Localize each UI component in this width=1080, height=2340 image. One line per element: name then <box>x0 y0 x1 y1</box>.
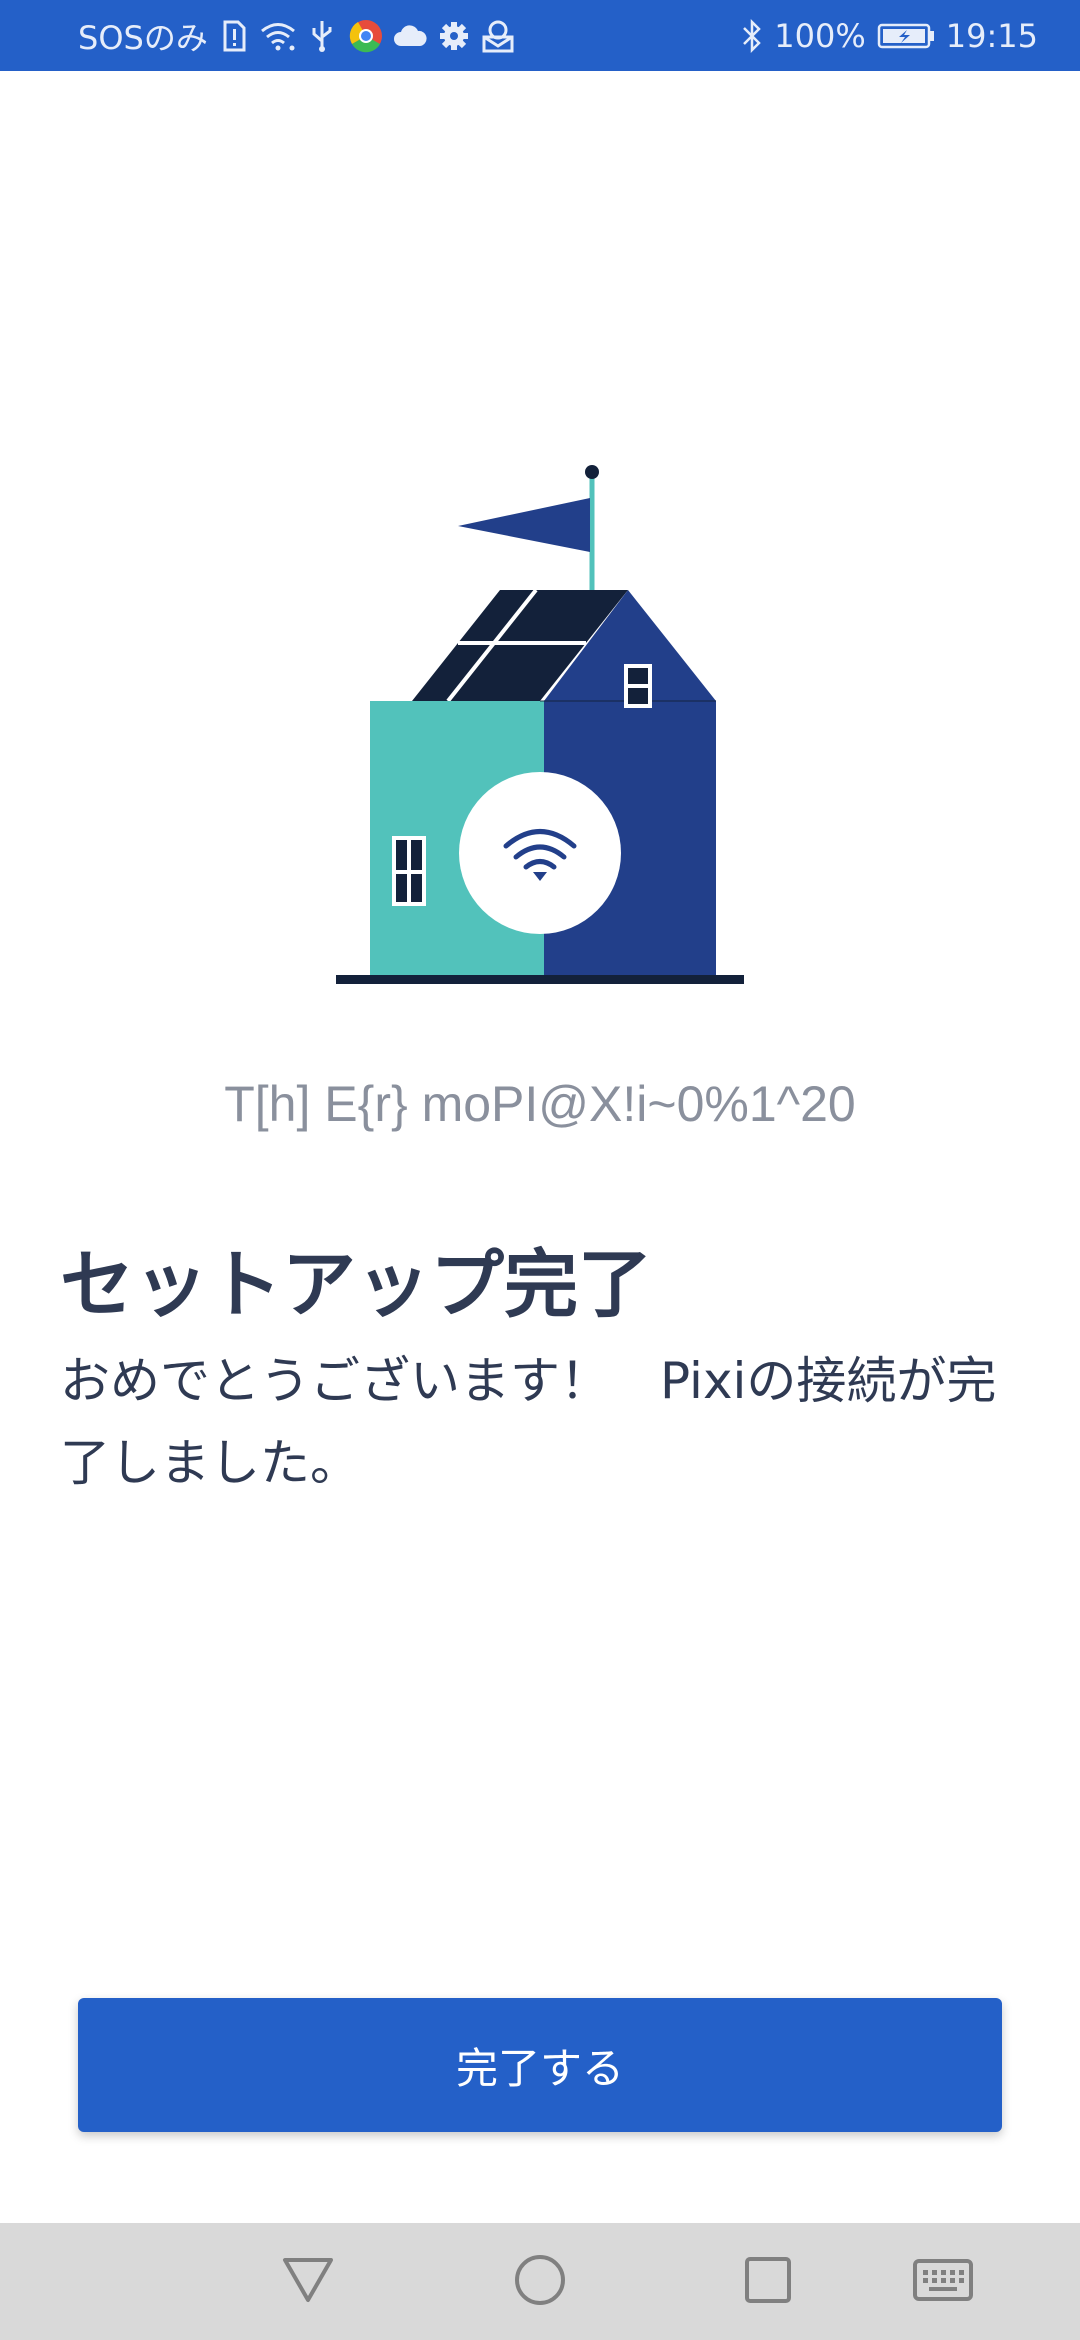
status-bar: SOSのみ 100% 19:15 <box>0 0 1080 71</box>
status-right: 100% 19:15 <box>740 0 1038 71</box>
status-left: SOSのみ <box>78 0 516 71</box>
flagpole-top <box>585 465 599 479</box>
carrier-label: SOSのみ <box>78 18 208 57</box>
ground-line <box>336 975 744 984</box>
wifi-badge <box>459 772 621 934</box>
page-title: セットアップ完了 <box>60 1242 652 1328</box>
back-button[interactable] <box>253 2223 363 2340</box>
home-button[interactable] <box>485 2223 595 2340</box>
recents-button[interactable] <box>713 2223 823 2340</box>
keyboard-icon <box>912 2258 974 2306</box>
chrome-icon <box>348 18 384 54</box>
usb-icon <box>304 18 340 54</box>
sim-alert-icon <box>216 18 252 54</box>
clock: 19:15 <box>945 16 1038 55</box>
wifi-icon <box>260 18 296 54</box>
cloud-icon <box>392 18 428 54</box>
home-icon <box>514 2254 566 2310</box>
navigation-bar <box>0 2223 1080 2340</box>
back-icon <box>281 2256 335 2308</box>
done-button[interactable]: 完了する <box>78 1998 1002 2132</box>
recents-icon <box>744 2256 792 2308</box>
device-id-text: T[h] E{r} moPI@X!i~0%1^20 <box>224 1076 856 1132</box>
house-illustration <box>330 460 750 990</box>
mail-robot-icon <box>480 18 516 54</box>
keyboard-button[interactable] <box>888 2223 998 2340</box>
completion-message: おめでとうございます！ Pixiの接続が完了しました。 <box>60 1352 997 1492</box>
gear-icon <box>436 18 472 54</box>
done-button-label: 完了する <box>455 2043 624 2093</box>
battery-icon <box>876 18 936 54</box>
battery-percent: 100% <box>774 16 866 55</box>
flag <box>458 498 590 552</box>
bluetooth-icon <box>740 18 764 54</box>
